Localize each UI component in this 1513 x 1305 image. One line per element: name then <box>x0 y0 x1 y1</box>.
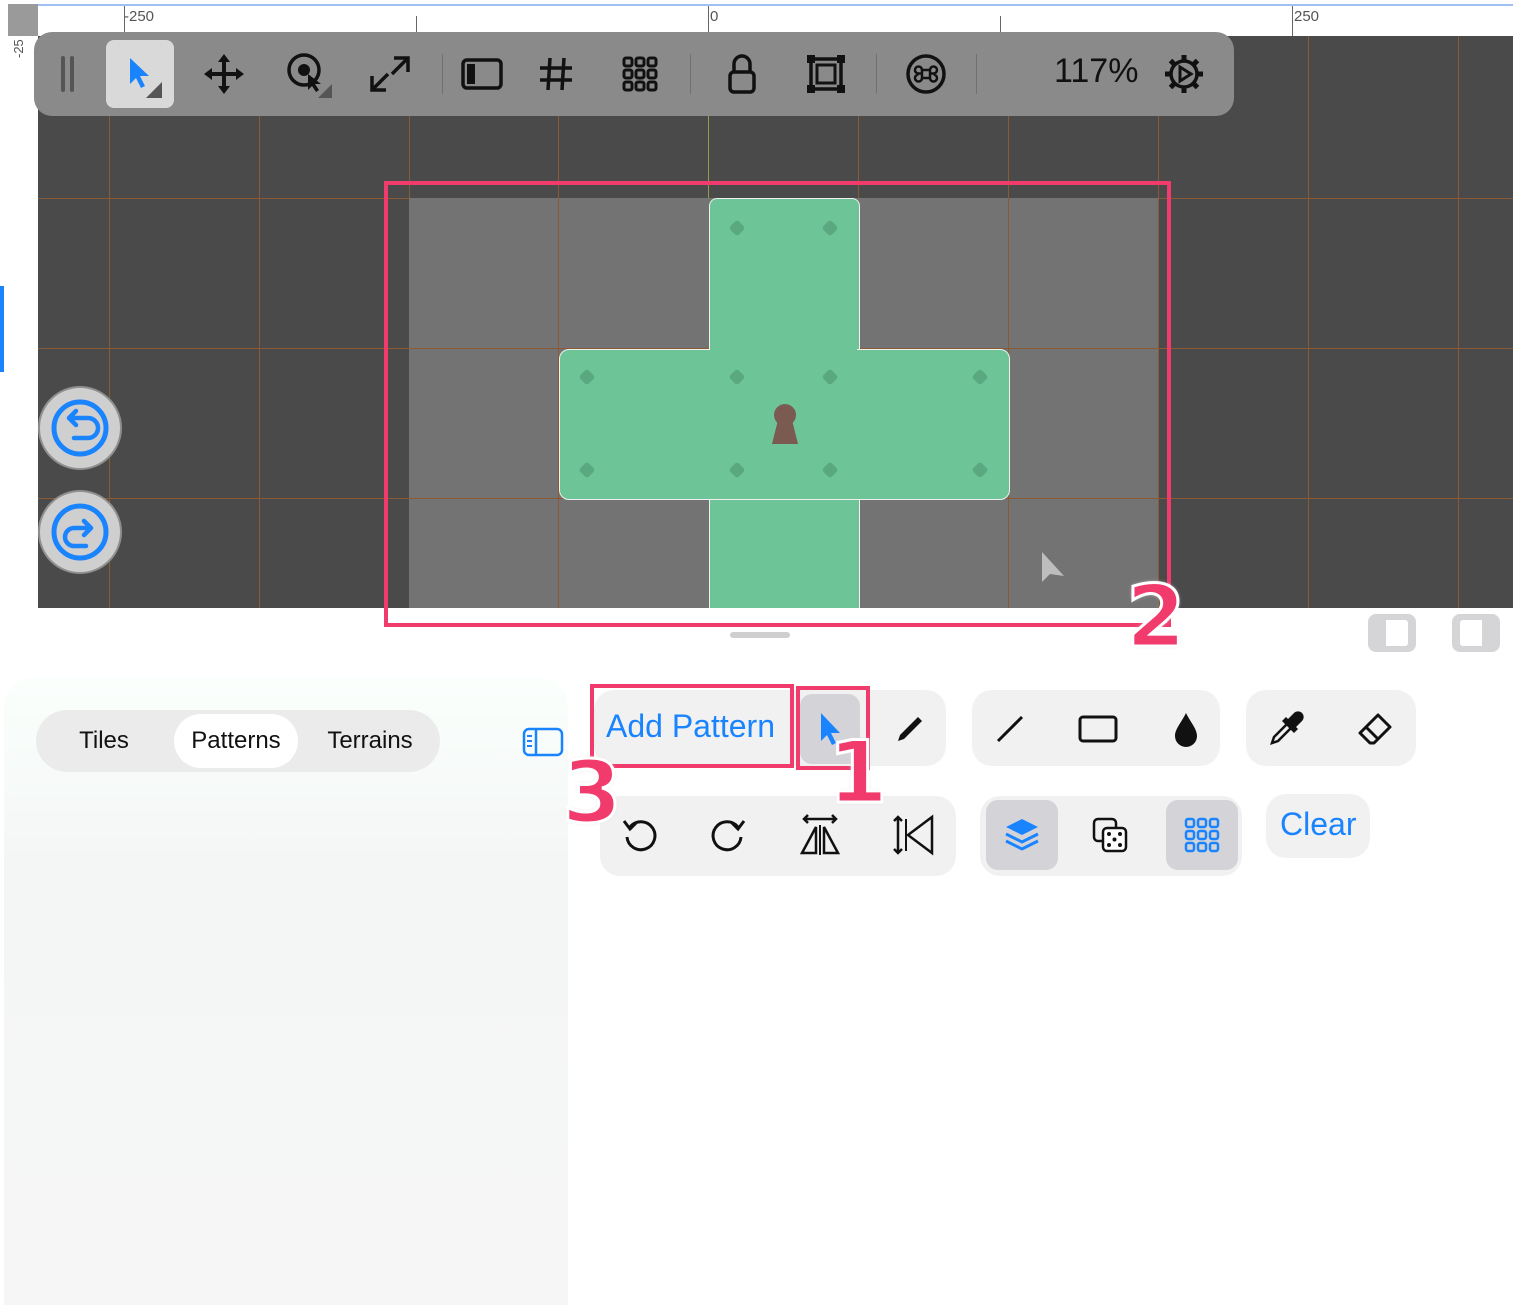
toolbar-separator <box>876 54 877 94</box>
grid-line <box>1308 36 1309 608</box>
select-target-icon <box>287 53 332 98</box>
panel-segmented-control: Tiles Patterns Terrains <box>36 710 440 772</box>
toolbar-drag-handle[interactable] <box>34 40 102 108</box>
ruler-label-left: -25 <box>11 39 26 58</box>
resize-tool-button[interactable] <box>356 40 424 108</box>
line-tool[interactable] <box>980 694 1040 764</box>
lock-button[interactable] <box>708 40 776 108</box>
ruler-label-0: 0 <box>710 8 719 25</box>
lock-icon <box>728 54 756 94</box>
drop-icon <box>1175 713 1197 747</box>
rotate-right-button[interactable] <box>698 800 758 870</box>
flip-vertical-icon <box>893 814 934 856</box>
left-ruler: -25 <box>0 36 38 608</box>
select-tool-button[interactable] <box>106 40 174 108</box>
eyedropper-tool[interactable] <box>1256 694 1316 764</box>
sidebar-toggle-button[interactable] <box>448 40 516 108</box>
frame-button[interactable] <box>792 40 860 108</box>
tile-grid-icon <box>622 56 658 92</box>
settings-button[interactable] <box>1150 40 1218 108</box>
frame-icon <box>807 55 845 93</box>
ruler-scroll-indicator[interactable] <box>0 286 4 372</box>
toolbar-separator <box>976 54 977 94</box>
split-right-icon <box>1460 620 1492 646</box>
rotate-left-icon <box>622 820 657 852</box>
ruler-corner <box>8 4 38 36</box>
panel-sidebar-button[interactable] <box>522 726 564 763</box>
annotation-number-1: 1 <box>827 723 890 823</box>
eraser-icon <box>1358 713 1392 745</box>
move-icon <box>204 54 244 94</box>
undo-icon <box>51 399 109 457</box>
sheet-grabber[interactable] <box>730 632 790 638</box>
tile-grid-mode-button[interactable] <box>1166 800 1238 870</box>
split-left-icon <box>1376 620 1408 646</box>
random-dice-button[interactable] <box>1080 800 1140 870</box>
annotation-number-2: 2 <box>1125 567 1188 667</box>
grid-line <box>1458 36 1459 608</box>
dice-icon <box>1092 817 1128 853</box>
ruler-label-neg250: -250 <box>124 8 155 25</box>
sidebar-icon <box>522 727 564 757</box>
sidebar-icon <box>461 58 503 90</box>
layers-button[interactable] <box>986 800 1058 870</box>
select-arrow-icon <box>130 58 162 98</box>
toolbar-separator <box>442 54 443 94</box>
ruler-label-250: 250 <box>1294 8 1320 25</box>
clear-button[interactable]: Clear <box>1280 806 1356 843</box>
tile-panel <box>4 678 568 1305</box>
resize-arrows-icon <box>370 56 410 92</box>
tab-terrains[interactable]: Terrains <box>304 714 436 768</box>
undo-button[interactable] <box>38 386 122 470</box>
pencil-tool[interactable] <box>880 694 940 764</box>
split-right-button[interactable] <box>1452 614 1500 652</box>
eyedropper-icon <box>1270 711 1304 745</box>
toolbar-separator <box>690 54 691 94</box>
annotation-number-3: 3 <box>561 743 624 843</box>
eraser-tool[interactable] <box>1346 694 1406 764</box>
ruler-tick <box>1292 6 1293 36</box>
rotate-right-icon <box>711 820 746 852</box>
top-toolbar: 117% <box>34 32 1234 116</box>
layers-icon <box>1005 819 1039 851</box>
pencil-icon <box>898 717 922 741</box>
rectangle-tool[interactable] <box>1068 694 1128 764</box>
rectangle-icon <box>1078 715 1118 743</box>
zoom-level[interactable]: 117% <box>1054 52 1138 91</box>
flip-vertical-button[interactable] <box>884 800 944 870</box>
gear-icon <box>1165 55 1203 93</box>
grid-toggle-button[interactable] <box>522 40 590 108</box>
tile-grid-button[interactable] <box>606 40 674 108</box>
line-icon <box>996 715 1024 743</box>
target-select-button[interactable] <box>274 40 342 108</box>
tile-grid-icon <box>1184 817 1220 853</box>
grid-line <box>259 36 260 608</box>
tab-patterns[interactable]: Patterns <box>174 714 298 768</box>
tab-tiles[interactable]: Tiles <box>40 714 168 768</box>
grid-hash-icon <box>540 57 572 91</box>
split-left-button[interactable] <box>1368 614 1416 652</box>
command-icon <box>906 54 946 94</box>
command-button[interactable] <box>892 40 960 108</box>
redo-button[interactable] <box>38 490 122 574</box>
move-tool-button[interactable] <box>190 40 258 108</box>
fill-tool[interactable] <box>1156 694 1216 764</box>
annotation-box-2 <box>384 181 1171 627</box>
redo-icon <box>51 503 109 561</box>
